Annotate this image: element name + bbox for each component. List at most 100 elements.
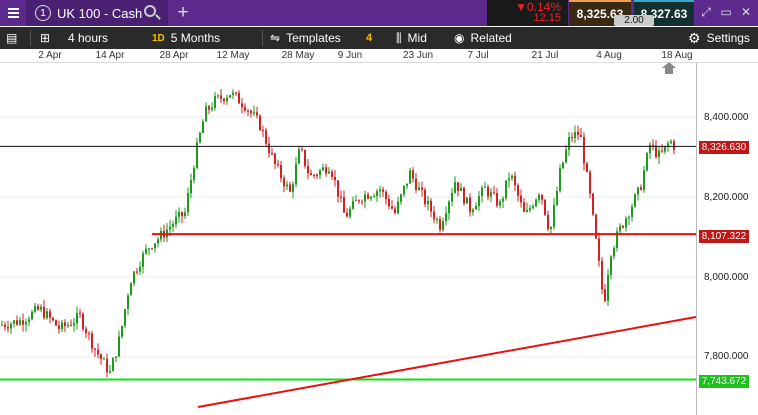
candle xyxy=(598,238,600,261)
detach-icon[interactable]: ⤢ xyxy=(700,6,712,18)
add-tab-icon[interactable]: + xyxy=(174,0,192,26)
templates-icon: ⇋ xyxy=(270,31,281,45)
candle xyxy=(463,187,465,204)
close-icon[interactable]: ✕ xyxy=(740,6,752,18)
candle xyxy=(673,141,675,150)
candle xyxy=(250,110,252,114)
candle xyxy=(271,153,273,155)
candle xyxy=(88,333,90,335)
settings-label: Settings xyxy=(706,31,750,45)
candle xyxy=(424,189,426,205)
y-tick-label: 8,200.000 xyxy=(704,192,749,203)
candle xyxy=(118,336,120,357)
interval-select[interactable]: 4 hours xyxy=(68,27,108,49)
candle xyxy=(436,219,438,221)
candle xyxy=(25,321,27,325)
y-tick-label: 8,000.000 xyxy=(704,272,749,283)
x-tick-label: 14 Apr xyxy=(95,50,125,61)
candle xyxy=(559,168,561,191)
divider xyxy=(30,30,31,46)
candle xyxy=(43,306,45,319)
interval-label: 4 hours xyxy=(68,31,109,45)
candle xyxy=(100,354,102,359)
candle xyxy=(610,256,612,275)
candle xyxy=(340,196,342,198)
candle xyxy=(637,187,639,195)
trend-line xyxy=(197,316,697,408)
candle xyxy=(520,195,522,203)
candle xyxy=(490,192,492,197)
candle xyxy=(523,202,525,212)
x-tick-label: 12 May xyxy=(216,50,250,61)
menu-icon[interactable] xyxy=(0,0,26,26)
candle xyxy=(91,333,93,349)
candle xyxy=(112,358,114,372)
x-tick-label: 28 May xyxy=(281,50,315,61)
candle xyxy=(64,322,66,327)
candle xyxy=(367,194,369,199)
candle xyxy=(403,185,405,195)
candle xyxy=(154,243,156,249)
settings-button[interactable]: ⚙ Settings xyxy=(688,27,750,49)
candle xyxy=(565,149,567,163)
candle xyxy=(232,92,234,96)
change-box: ▼0.14% 12.15 xyxy=(487,0,568,26)
x-tick-label: 2 Apr xyxy=(38,50,62,61)
candle xyxy=(568,137,570,150)
candle xyxy=(370,196,372,199)
candle xyxy=(319,170,321,176)
candle xyxy=(466,197,468,204)
candle xyxy=(238,92,240,104)
change-points: 12.15 xyxy=(533,12,561,24)
x-tick-label: 23 Jun xyxy=(402,50,434,61)
candle xyxy=(328,171,330,174)
candle xyxy=(127,295,129,310)
layout-grid-icon[interactable]: ⊞ xyxy=(40,27,50,49)
candle xyxy=(439,219,441,230)
candle xyxy=(643,170,645,190)
candle xyxy=(175,216,177,225)
candle xyxy=(223,98,225,102)
candle xyxy=(385,191,387,200)
templates-button[interactable]: ⇋ Templates xyxy=(270,27,341,49)
related-button[interactable]: ◉ Related xyxy=(454,27,512,49)
candle xyxy=(58,325,60,330)
candle xyxy=(571,137,573,139)
candle xyxy=(400,194,402,202)
candle xyxy=(448,201,450,214)
candle xyxy=(391,206,393,209)
sidebar-toggle-icon[interactable]: ▤ xyxy=(6,27,17,49)
search-icon[interactable] xyxy=(144,5,156,17)
minimize-icon[interactable]: ▭ xyxy=(720,6,732,18)
candle xyxy=(493,192,495,194)
candle xyxy=(40,306,42,310)
candle xyxy=(583,136,585,164)
candle xyxy=(256,112,258,116)
candle xyxy=(52,317,54,321)
candle xyxy=(181,211,183,217)
price-type-select[interactable]: ⫼ Mid xyxy=(396,27,427,49)
candle xyxy=(178,211,180,217)
template-count: 4 xyxy=(366,32,373,44)
candle xyxy=(613,247,615,257)
candle xyxy=(418,187,420,190)
candle xyxy=(142,253,144,267)
candle xyxy=(226,97,228,102)
chart-toolbar: ▤ ⊞ 4 hours 1D 5 Months ⇋ Templates 4 ⫼ … xyxy=(0,27,758,49)
x-tick-label: 9 Jun xyxy=(337,50,363,61)
candle xyxy=(103,358,105,360)
candle xyxy=(277,163,279,166)
candle xyxy=(253,112,255,114)
period-badge: 1D xyxy=(152,32,165,44)
candle xyxy=(394,208,396,214)
candle xyxy=(247,110,249,112)
candle xyxy=(622,225,624,228)
price-chart[interactable] xyxy=(0,63,758,415)
range-select[interactable]: 1D 5 Months xyxy=(152,27,220,49)
candle xyxy=(199,132,201,143)
candle xyxy=(364,194,366,202)
candle xyxy=(640,187,642,190)
candle xyxy=(529,208,531,210)
candle xyxy=(388,199,390,207)
candle xyxy=(187,193,189,213)
